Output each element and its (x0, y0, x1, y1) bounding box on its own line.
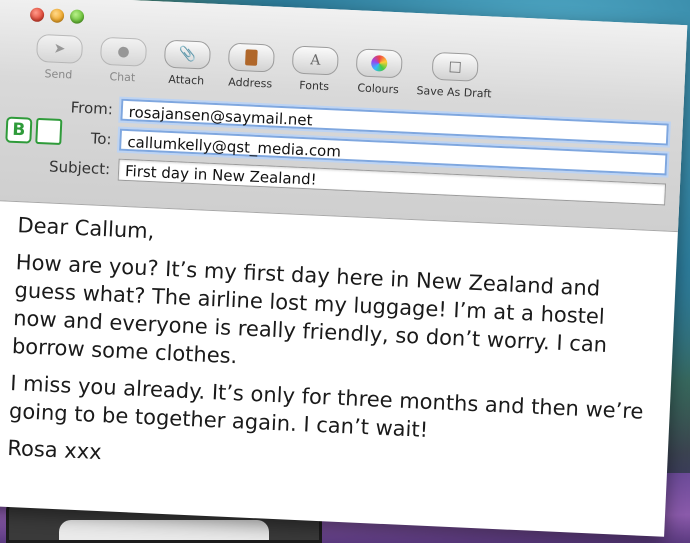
message-body[interactable]: Dear Callum, How are you? It’s my first … (6, 211, 657, 500)
attach-button[interactable]: 📎 Attach (154, 39, 220, 88)
address-label: Address (228, 75, 273, 91)
fonts-label: Fonts (299, 78, 330, 94)
to-label: To: (90, 129, 112, 149)
save-draft-icon: □ (431, 51, 479, 82)
send-button[interactable]: ➤ Send (26, 33, 92, 82)
attach-label: Attach (168, 72, 205, 88)
email-compose-window: ➤ Send ● Chat 📎 Attach Address A Fonts C… (0, 0, 688, 537)
minimize-window-button[interactable] (49, 8, 65, 24)
colours-button[interactable]: Colours (346, 48, 412, 97)
colour-wheel-icon (355, 48, 403, 79)
fonts-icon: A (291, 45, 339, 76)
from-label: From: (70, 98, 114, 119)
message-paragraph-1: How are you? It’s my first day here in N… (11, 250, 608, 369)
save-draft-button[interactable]: □ Save As Draft (410, 51, 500, 101)
close-window-button[interactable] (29, 7, 45, 23)
chat-label: Chat (109, 70, 136, 85)
window-controls (29, 7, 85, 24)
colours-label: Colours (357, 81, 400, 97)
send-label: Send (44, 67, 73, 82)
save-draft-label: Save As Draft (416, 84, 492, 101)
background-phone-screen (59, 520, 269, 540)
address-book-icon (227, 42, 275, 73)
window-chrome: ➤ Send ● Chat 📎 Attach Address A Fonts C… (0, 0, 688, 233)
subject-label: Subject: (48, 157, 111, 179)
zoom-window-button[interactable] (69, 9, 85, 24)
fonts-button[interactable]: A Fonts (282, 45, 348, 94)
address-button[interactable]: Address (218, 42, 284, 91)
toolbar: ➤ Send ● Chat 📎 Attach Address A Fonts C… (26, 33, 500, 100)
chat-button[interactable]: ● Chat (90, 36, 156, 85)
paperclip-icon: 📎 (163, 39, 212, 70)
chat-icon: ● (99, 36, 148, 67)
send-icon: ➤ (35, 33, 84, 64)
